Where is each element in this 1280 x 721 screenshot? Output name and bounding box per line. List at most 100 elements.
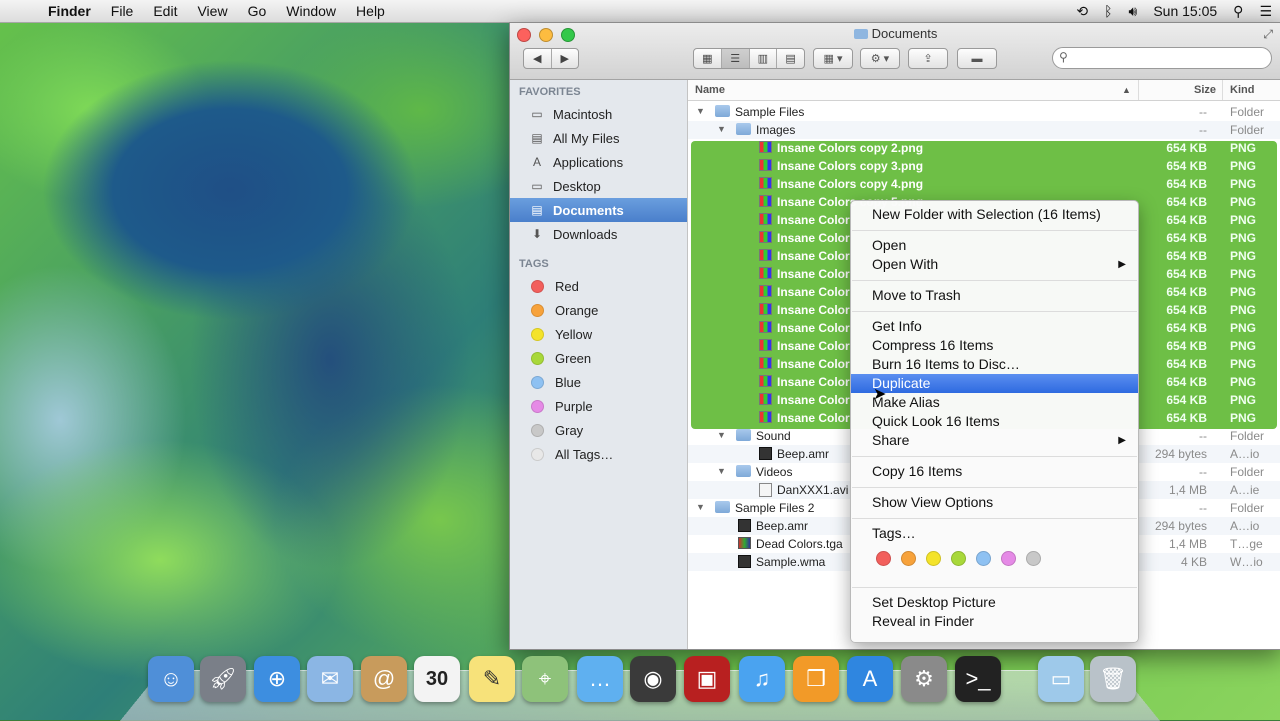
forward-button[interactable]: ▶ (552, 49, 579, 68)
menu-item-new-folder-with-selection-16-items[interactable]: New Folder with Selection (16 Items) (851, 205, 1138, 224)
sidebar-tag-green[interactable]: Green (510, 346, 687, 370)
sidebar-item-documents[interactable]: ▤ Documents (510, 198, 687, 222)
menu-item-burn-16-items-to-disc[interactable]: Burn 16 Items to Disc… (851, 355, 1138, 374)
photo-booth-icon[interactable]: ▣ (684, 656, 730, 702)
action-gear-icon[interactable]: ⚙ ▾ (860, 48, 900, 69)
menu-item-reveal-in-finder[interactable]: Reveal in Finder (851, 612, 1138, 631)
sidebar-tag-purple[interactable]: Purple (510, 394, 687, 418)
finder-icon[interactable]: ☺ (148, 656, 194, 702)
maps-icon[interactable]: ⌖ (522, 656, 568, 702)
bluetooth-icon[interactable]: ᛒ (1096, 3, 1120, 19)
menu-item-open[interactable]: Open (851, 236, 1138, 255)
volume-icon[interactable]: 🔊︎ (1121, 3, 1146, 20)
menu-item-compress-16-items[interactable]: Compress 16 Items (851, 336, 1138, 355)
facetime-icon[interactable]: ◉ (630, 656, 676, 702)
sidebar-item-all-my-files[interactable]: ▤ All My Files (510, 126, 687, 150)
sidebar-item-macintosh[interactable]: ▭ Macintosh (510, 102, 687, 126)
tag-color-dot-icon[interactable] (1026, 551, 1041, 566)
menu-separator (852, 456, 1137, 457)
system-preferences-icon[interactable]: ⚙ (901, 656, 947, 702)
tag-color-dot-icon[interactable] (901, 551, 916, 566)
sidebar-tag-yellow[interactable]: Yellow (510, 322, 687, 346)
menu-item-make-alias[interactable]: Make Alias (851, 393, 1138, 412)
list-view-icon[interactable]: ☰ (722, 49, 750, 68)
coverflow-view-icon[interactable]: ▤ (777, 49, 804, 68)
messages-icon[interactable]: … (577, 656, 623, 702)
sidebar-item-desktop[interactable]: ▭ Desktop (510, 174, 687, 198)
sidebar-tag-blue[interactable]: Blue (510, 370, 687, 394)
menu-view[interactable]: View (187, 0, 237, 22)
icon-view-icon[interactable]: ▦ (694, 49, 722, 68)
sidebar-tag-orange[interactable]: Orange (510, 298, 687, 322)
notes-icon[interactable]: ✎ (469, 656, 515, 702)
menu-item-get-info[interactable]: Get Info (851, 317, 1138, 336)
sidebar-tag-all-tags[interactable]: All Tags… (510, 442, 687, 466)
menu-item-set-desktop-picture[interactable]: Set Desktop Picture (851, 593, 1138, 612)
menu-item-quick-look-16-items[interactable]: Quick Look 16 Items (851, 412, 1138, 431)
menu-item-copy-16-items[interactable]: Copy 16 Items (851, 462, 1138, 481)
itunes-icon[interactable]: ♫ (739, 656, 785, 702)
png-file-icon (759, 393, 772, 405)
disclosure-triangle-icon[interactable]: ▼ (717, 430, 726, 440)
sidebar-item-applications[interactable]: A Applications (510, 150, 687, 174)
notification-center-icon[interactable]: ☰ (1251, 3, 1280, 20)
menu-go[interactable]: Go (238, 0, 277, 22)
folder-icon (854, 29, 868, 39)
file-row[interactable]: Insane Colors copy 2.png 654 KB PNG (688, 139, 1280, 157)
file-kind: PNG (1230, 231, 1256, 245)
tag-color-dot-icon[interactable] (976, 551, 991, 566)
sidebar-item-downloads[interactable]: ⬇ Downloads (510, 222, 687, 246)
folder-row[interactable]: ▼ Images -- Folder (688, 121, 1280, 139)
back-button[interactable]: ◀ (524, 49, 552, 68)
search-field[interactable]: ⚲ (1052, 47, 1272, 69)
menu-item-tags[interactable]: Tags… (851, 524, 1138, 543)
file-row[interactable]: Insane Colors copy 3.png 654 KB PNG (688, 157, 1280, 175)
tag-color-dot-icon[interactable] (1001, 551, 1016, 566)
file-row[interactable]: Insane Colors copy 4.png 654 KB PNG (688, 175, 1280, 193)
share-icon[interactable]: ⇪ (908, 48, 948, 69)
app-store-icon[interactable]: A (847, 656, 893, 702)
menu-file[interactable]: File (101, 0, 144, 22)
tag-color-dot-icon[interactable] (926, 551, 941, 566)
name-column-header[interactable]: Name (695, 84, 725, 96)
menu-edit[interactable]: Edit (143, 0, 187, 22)
tag-color-dot-icon[interactable] (876, 551, 891, 566)
trash-icon[interactable]: 🗑︎ (1090, 656, 1136, 702)
tags-button-icon[interactable]: ▬ (957, 48, 997, 69)
calendar-icon[interactable]: 30 (414, 656, 460, 702)
terminal-icon[interactable]: >_ (955, 656, 1001, 702)
disclosure-triangle-icon[interactable]: ▼ (717, 466, 726, 476)
time-machine-icon[interactable]: ⟲ (1068, 3, 1096, 20)
arrange-button[interactable]: ▦ ▾ (813, 48, 853, 69)
menu-finder[interactable]: Finder (38, 0, 101, 22)
menu-item-duplicate[interactable]: Duplicate (851, 374, 1138, 393)
size-column-header[interactable]: Size (1194, 84, 1216, 96)
disclosure-triangle-icon[interactable]: ▼ (696, 502, 705, 512)
kind-column-header[interactable]: Kind (1230, 84, 1254, 96)
downloads-stack-icon[interactable]: ▭ (1038, 656, 1084, 702)
sidebar-item-label: All My Files (553, 131, 619, 146)
contacts-icon[interactable]: @ (361, 656, 407, 702)
menu-help[interactable]: Help (346, 0, 395, 22)
menu-item-show-view-options[interactable]: Show View Options (851, 493, 1138, 512)
file-kind: PNG (1230, 249, 1256, 263)
clock[interactable]: Sun 15:05 (1145, 3, 1225, 19)
launchpad-icon[interactable]: 🚀︎ (200, 656, 246, 702)
column-view-icon[interactable]: ▥ (750, 49, 778, 68)
menu-item-move-to-trash[interactable]: Move to Trash (851, 286, 1138, 305)
spotlight-icon[interactable]: ⚲ (1225, 3, 1251, 20)
safari-icon[interactable]: ⊕ (254, 656, 300, 702)
menu-window[interactable]: Window (276, 0, 346, 22)
png-file-icon (759, 339, 772, 351)
sidebar-tag-red[interactable]: Red (510, 274, 687, 298)
fullscreen-icon[interactable]: ⤢ (1263, 27, 1273, 42)
disclosure-triangle-icon[interactable]: ▼ (717, 124, 726, 134)
disclosure-triangle-icon[interactable]: ▼ (696, 106, 705, 116)
folder-row[interactable]: ▼ Sample Files -- Folder (688, 103, 1280, 121)
mail-icon[interactable]: ✉ (307, 656, 353, 702)
tag-color-dot-icon[interactable] (951, 551, 966, 566)
ibooks-icon[interactable]: ❒ (793, 656, 839, 702)
menu-item-share[interactable]: Share ▶ (851, 431, 1138, 450)
sidebar-tag-gray[interactable]: Gray (510, 418, 687, 442)
menu-item-open-with[interactable]: Open With ▶ (851, 255, 1138, 274)
